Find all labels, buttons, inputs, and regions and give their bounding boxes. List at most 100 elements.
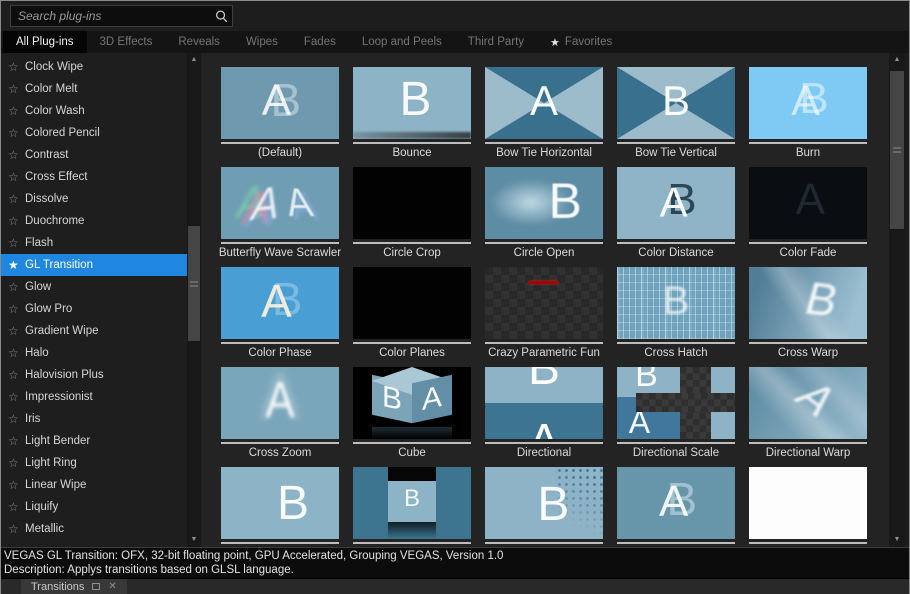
- restore-icon[interactable]: [92, 583, 100, 590]
- sidebar-item-duochrome[interactable]: ☆ Duochrome: [1, 210, 187, 232]
- favorite-star-icon[interactable]: ☆: [8, 500, 25, 514]
- grid-scrollbar[interactable]: ▲ ▼: [889, 53, 905, 547]
- tab-favorites[interactable]: ★ Favorites: [537, 31, 625, 53]
- favorite-star-icon[interactable]: ☆: [8, 170, 25, 184]
- sidebar-item-cross-effect[interactable]: ☆ Cross Effect: [1, 166, 187, 188]
- favorite-star-icon[interactable]: ☆: [8, 82, 25, 96]
- favorite-star-icon[interactable]: ☆: [8, 522, 25, 536]
- favorite-star-icon[interactable]: ☆: [8, 456, 25, 470]
- favorite-star-icon[interactable]: ☆: [8, 324, 25, 338]
- transition-thumbnail: [749, 467, 867, 539]
- transition-tile-crazy-parametric-fun[interactable]: Crazy Parametric Fun: [478, 267, 610, 360]
- tab-wipes[interactable]: Wipes: [233, 31, 291, 53]
- scroll-up-icon[interactable]: ▲: [889, 55, 905, 65]
- transition-tile-bow-tie-vertical[interactable]: B Bow Tie Vertical: [610, 67, 742, 160]
- transitions-window-tab[interactable]: Transitions ✕: [21, 579, 127, 594]
- transition-tile-color-planes[interactable]: Color Planes: [346, 267, 478, 360]
- sidebar-item-gradient-wipe[interactable]: ☆ Gradient Wipe: [1, 320, 187, 342]
- sidebar-item-metallic[interactable]: ☆ Metallic: [1, 518, 187, 540]
- sidebar-scrollbar[interactable]: ▲ ▼: [187, 53, 201, 547]
- thumbnail-underline: [221, 142, 339, 144]
- favorite-star-icon[interactable]: ★: [8, 258, 25, 272]
- sidebar-item-linear-wipe[interactable]: ☆ Linear Wipe: [1, 474, 187, 496]
- transition-tile-burn[interactable]: BA Burn: [742, 67, 874, 160]
- transition-tile-color-phase[interactable]: BA Color Phase: [214, 267, 346, 360]
- transition-tile-circle-crop[interactable]: Circle Crop: [346, 167, 478, 260]
- sidebar-item-item[interactable]: ☆: [1, 540, 187, 547]
- transition-label: Bow Tie Vertical: [635, 147, 717, 160]
- transition-tile-directional-warp[interactable]: A Directional Warp: [742, 367, 874, 460]
- favorite-star-icon[interactable]: ☆: [8, 412, 25, 426]
- transition-tile-bounce[interactable]: B Bounce: [346, 67, 478, 160]
- search-input[interactable]: [11, 9, 210, 23]
- favorite-star-icon[interactable]: ☆: [8, 148, 25, 162]
- transition-tile-cross-hatch[interactable]: B Cross Hatch: [610, 267, 742, 360]
- favorite-star-icon[interactable]: ☆: [8, 368, 25, 382]
- transition-tile-r5b[interactable]: B: [214, 467, 346, 547]
- sidebar-item-halovision-plus[interactable]: ☆ Halovision Plus: [1, 364, 187, 386]
- favorite-star-icon[interactable]: ☆: [8, 126, 25, 140]
- favorite-star-icon[interactable]: ☆: [8, 280, 25, 294]
- sidebar-item-dissolve[interactable]: ☆ Dissolve: [1, 188, 187, 210]
- transition-tile-r5dots[interactable]: B: [478, 467, 610, 547]
- tab-loop-and-peels[interactable]: Loop and Peels: [349, 31, 455, 53]
- tab-all-plug-ins[interactable]: All Plug-ins: [3, 31, 87, 53]
- favorites-star-icon: ★: [550, 36, 560, 49]
- tab-3d-effects[interactable]: 3D Effects: [87, 31, 166, 53]
- favorite-star-icon[interactable]: ☆: [8, 236, 25, 250]
- sidebar-item-glow-pro[interactable]: ☆ Glow Pro: [1, 298, 187, 320]
- sidebar-item-color-melt[interactable]: ☆ Color Melt: [1, 78, 187, 100]
- sidebar-item-label: Linear Wipe: [25, 479, 86, 491]
- favorite-star-icon[interactable]: ☆: [8, 214, 25, 228]
- transition-tile-bow-tie-horizontal[interactable]: A Bow Tie Horizontal: [478, 67, 610, 160]
- tab-third-party[interactable]: Third Party: [455, 31, 537, 53]
- tab-fades[interactable]: Fades: [291, 31, 349, 53]
- sidebar-item-contrast[interactable]: ☆ Contrast: [1, 144, 187, 166]
- scroll-up-icon[interactable]: ▲: [187, 55, 201, 65]
- sidebar-item-halo[interactable]: ☆ Halo: [1, 342, 187, 364]
- transition-tile-butterfly-wave-scrawler[interactable]: AA Butterfly Wave Scrawler: [214, 167, 346, 260]
- sidebar-item-light-bender[interactable]: ☆ Light Bender: [1, 430, 187, 452]
- favorite-star-icon[interactable]: ☆: [8, 302, 25, 316]
- favorite-star-icon[interactable]: ☆: [8, 390, 25, 404]
- favorite-star-icon[interactable]: ☆: [8, 60, 25, 74]
- sidebar-scrollbar-thumb[interactable]: [188, 226, 200, 341]
- transition-tile-cross-warp[interactable]: B Cross Warp: [742, 267, 874, 360]
- transition-tile-r5door[interactable]: AB: [346, 467, 478, 547]
- transition-tile-cross-zoom[interactable]: AA Cross Zoom: [214, 367, 346, 460]
- transition-tile-cube[interactable]: BA Cube: [346, 367, 478, 460]
- transition-tile-directional[interactable]: BA Directional: [478, 367, 610, 460]
- favorite-star-icon[interactable]: ☆: [8, 346, 25, 360]
- sidebar-item-glow[interactable]: ☆ Glow: [1, 276, 187, 298]
- sidebar-item-gl-transition[interactable]: ★ GL Transition: [1, 254, 187, 276]
- sidebar-item-impressionist[interactable]: ☆ Impressionist: [1, 386, 187, 408]
- sidebar-item-label: Glow: [25, 281, 51, 293]
- transition-tile-color-distance[interactable]: BA Color Distance: [610, 167, 742, 260]
- sidebar-item-liquify[interactable]: ☆ Liquify: [1, 496, 187, 518]
- tab-reveals[interactable]: Reveals: [165, 31, 233, 53]
- transition-tile-directional-scale[interactable]: BA Directional Scale: [610, 367, 742, 460]
- favorite-star-icon[interactable]: ☆: [8, 192, 25, 206]
- close-icon[interactable]: ✕: [108, 582, 116, 592]
- favorite-star-icon[interactable]: ☆: [8, 104, 25, 118]
- sidebar-item-light-ring[interactable]: ☆ Light Ring: [1, 452, 187, 474]
- sidebar-item-colored-pencil[interactable]: ☆ Colored Pencil: [1, 122, 187, 144]
- sidebar-item-color-wash[interactable]: ☆ Color Wash: [1, 100, 187, 122]
- favorite-star-icon[interactable]: ☆: [8, 478, 25, 492]
- sidebar-item-clock-wipe[interactable]: ☆ Clock Wipe: [1, 56, 187, 78]
- transition-tile-color-fade[interactable]: A Color Fade: [742, 167, 874, 260]
- transition-thumbnail: B: [221, 467, 339, 539]
- search-icon[interactable]: [210, 9, 232, 24]
- grid-scrollbar-thumb[interactable]: [890, 71, 904, 229]
- scroll-down-icon[interactable]: ▼: [187, 535, 201, 545]
- transition-tile-circle-open[interactable]: B Circle Open: [478, 167, 610, 260]
- sidebar-item-flash[interactable]: ☆ Flash: [1, 232, 187, 254]
- transition-tile-r5ab[interactable]: BA: [610, 467, 742, 547]
- search-box[interactable]: [10, 5, 233, 27]
- thumbnail-underline: [485, 242, 603, 244]
- favorite-star-icon[interactable]: ☆: [8, 434, 25, 448]
- transition-tile-default[interactable]: BA (Default): [214, 67, 346, 160]
- sidebar-item-iris[interactable]: ☆ Iris: [1, 408, 187, 430]
- scroll-down-icon[interactable]: ▼: [889, 535, 905, 545]
- transition-tile-white[interactable]: [742, 467, 874, 547]
